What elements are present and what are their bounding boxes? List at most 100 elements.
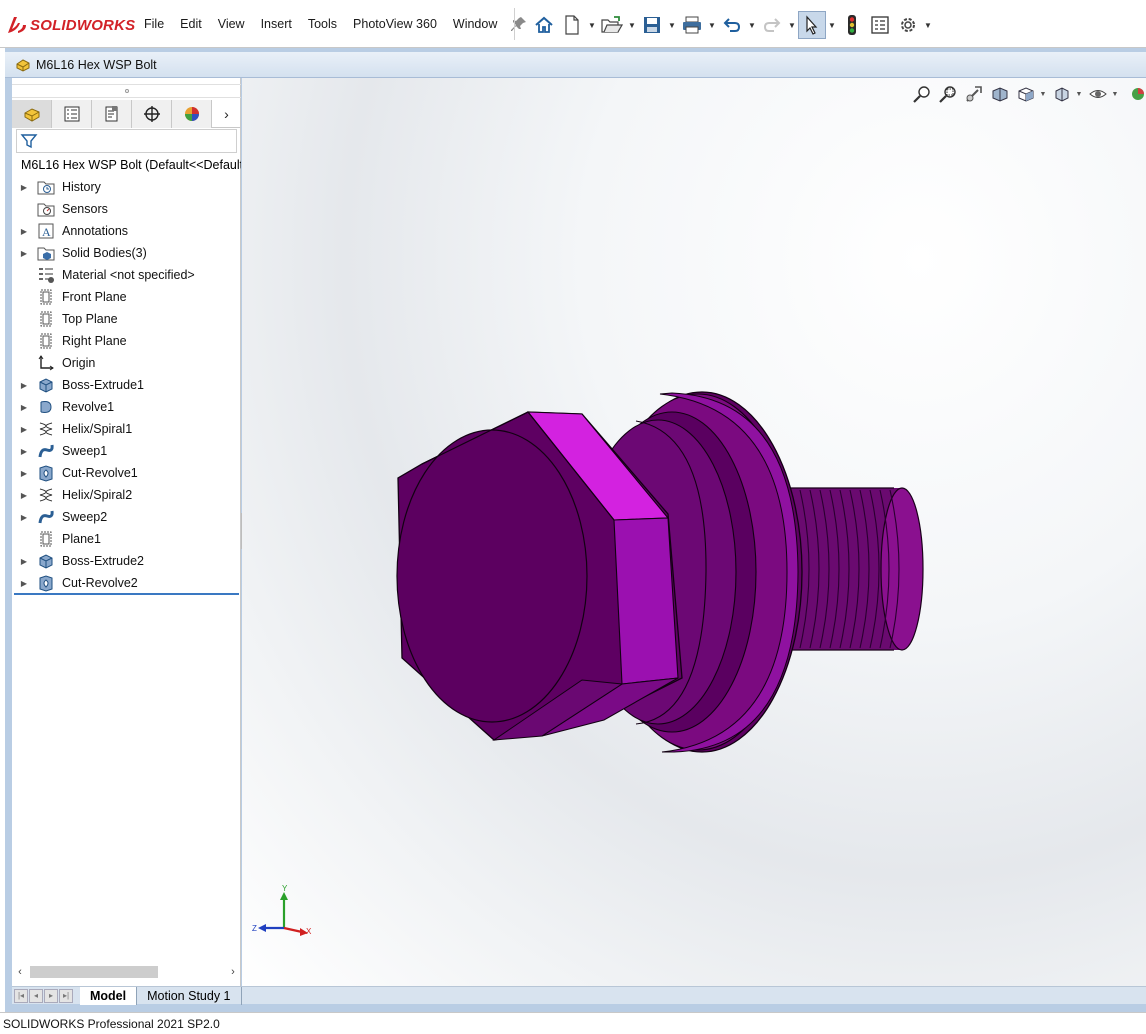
tree-item-revolve1[interactable]: ▶ Revolve1 — [12, 396, 241, 418]
expand-arrow-icon[interactable]: ▶ — [12, 491, 36, 500]
solidworks-logo[interactable]: SOLIDWORKS — [6, 14, 135, 36]
last-tab-button[interactable]: ▸| — [59, 988, 73, 1003]
triad-z-label: Z — [252, 924, 257, 933]
tree-item-sweep2[interactable]: ▶ Sweep2 — [12, 506, 241, 528]
tree-item-boss-extrude1[interactable]: ▶ Boss-Extrude1 — [12, 374, 241, 396]
tree-item-label: Annotations — [62, 224, 129, 238]
bolt-model-render[interactable] — [242, 78, 1146, 986]
tree-item-label: Helix/Spiral2 — [62, 488, 133, 502]
tree-item-helix-spiral1[interactable]: ▶ Helix/Spiral1 — [12, 418, 241, 440]
expand-arrow-icon[interactable]: ▶ — [12, 425, 36, 434]
rebuild-icon — [848, 15, 856, 35]
tree-item-material-not-specified[interactable]: Material <not specified> — [12, 264, 241, 286]
undo-button[interactable] — [718, 11, 746, 39]
undo-dropdown[interactable]: ▼ — [746, 11, 758, 39]
graphics-area[interactable]: ▼ ▼ ▼ Y X Z — [242, 78, 1146, 986]
options-button[interactable] — [894, 11, 922, 39]
rebuild-button[interactable] — [838, 11, 866, 39]
redo-icon — [763, 18, 781, 32]
open-button[interactable] — [598, 11, 626, 39]
scroll-track[interactable] — [28, 965, 225, 979]
next-tab-button[interactable]: ▸ — [44, 988, 58, 1003]
tab-model[interactable]: Model — [80, 986, 138, 1005]
expand-arrow-icon[interactable]: ▶ — [12, 403, 36, 412]
tree-item-sensors[interactable]: Sensors — [12, 198, 241, 220]
expand-arrow-icon[interactable]: ▶ — [12, 381, 36, 390]
bottom-tab-bar: |◂ ◂ ▸ ▸| Model Motion Study 1 — [12, 986, 1146, 1005]
expand-arrow-icon[interactable]: ▶ — [12, 579, 36, 588]
select-button[interactable] — [798, 11, 826, 39]
home-button[interactable] — [530, 11, 558, 39]
tree-item-front-plane[interactable]: Front Plane — [12, 286, 241, 308]
tree-item-history[interactable]: ▶ History — [12, 176, 241, 198]
tree-item-right-plane[interactable]: Right Plane — [12, 330, 241, 352]
redo-dropdown[interactable]: ▼ — [786, 11, 798, 39]
cut-revolve-icon — [36, 574, 56, 592]
menu-photoview[interactable]: PhotoView 360 — [345, 17, 445, 31]
triad-x-label: X — [306, 927, 312, 936]
expand-arrow-icon[interactable]: ▶ — [12, 557, 36, 566]
menu-file[interactable]: File — [136, 17, 172, 31]
panel-grip[interactable] — [12, 84, 241, 98]
tree-item-sweep1[interactable]: ▶ Sweep1 — [12, 440, 241, 462]
panel-horizontal-scrollbar[interactable]: ‹ › — [12, 964, 241, 980]
file-properties-button[interactable] — [866, 11, 894, 39]
open-dropdown[interactable]: ▼ — [626, 11, 638, 39]
scroll-left-arrow[interactable]: ‹ — [12, 966, 28, 978]
tree-item-top-plane[interactable]: Top Plane — [12, 308, 241, 330]
dimxpert-icon — [143, 106, 160, 122]
redo-button[interactable] — [758, 11, 786, 39]
new-document-button[interactable] — [558, 11, 586, 39]
tree-filter[interactable] — [16, 129, 237, 153]
tree-item-label: Boss-Extrude1 — [62, 378, 144, 392]
new-dropdown[interactable]: ▼ — [586, 11, 598, 39]
more-tabs-arrow[interactable]: › — [212, 100, 241, 128]
print-button[interactable] — [678, 11, 706, 39]
tab-display-manager[interactable] — [172, 100, 212, 128]
expand-arrow-icon[interactable]: ▶ — [12, 513, 36, 522]
menu-view[interactable]: View — [210, 17, 253, 31]
tree-item-annotations[interactable]: ▶ A Annotations — [12, 220, 241, 242]
scroll-thumb[interactable] — [30, 966, 158, 978]
tree-item-label: Front Plane — [62, 290, 127, 304]
sweep-icon — [36, 508, 56, 526]
tree-item-solid-bodies-3[interactable]: ▶ Solid Bodies(3) — [12, 242, 241, 264]
expand-arrow-icon[interactable]: ▶ — [12, 249, 36, 258]
menu-window[interactable]: Window — [445, 17, 505, 31]
sweep-icon — [36, 442, 56, 460]
rollback-bar[interactable] — [14, 593, 239, 595]
options-dropdown[interactable]: ▼ — [922, 11, 934, 39]
tree-item-plane1[interactable]: Plane1 — [12, 528, 241, 550]
expand-arrow-icon[interactable]: ▶ — [12, 447, 36, 456]
prev-tab-button[interactable]: ◂ — [29, 988, 43, 1003]
expand-arrow-icon[interactable]: ▶ — [12, 183, 36, 192]
tab-motion-study[interactable]: Motion Study 1 — [137, 986, 242, 1005]
first-tab-button[interactable]: |◂ — [14, 988, 28, 1003]
scroll-right-arrow[interactable]: › — [225, 966, 241, 978]
expand-arrow-icon[interactable]: ▶ — [12, 227, 36, 236]
menu-insert[interactable]: Insert — [253, 17, 300, 31]
tab-property-manager[interactable] — [52, 100, 92, 128]
tab-dimxpert-manager[interactable] — [132, 100, 172, 128]
tab-configuration-manager[interactable] — [92, 100, 132, 128]
tree-root-part[interactable]: M6L16 Hex WSP Bolt (Default<<Default>_Di… — [12, 154, 241, 176]
tree-item-helix-spiral2[interactable]: ▶ Helix/Spiral2 — [12, 484, 241, 506]
property-manager-icon — [64, 106, 79, 122]
tree-item-label: Cut-Revolve2 — [62, 576, 138, 590]
tree-item-origin[interactable]: Origin — [12, 352, 241, 374]
save-button[interactable] — [638, 11, 666, 39]
tree-root-label: M6L16 Hex WSP Bolt (Default<<Default>_Di… — [21, 158, 241, 172]
tree-item-cut-revolve1[interactable]: ▶ Cut-Revolve1 — [12, 462, 241, 484]
menu-tools[interactable]: Tools — [300, 17, 345, 31]
tree-item-cut-revolve2[interactable]: ▶ Cut-Revolve2 — [12, 572, 241, 594]
expand-arrow-icon[interactable]: ▶ — [12, 469, 36, 478]
tree-item-label: History — [62, 180, 101, 194]
print-dropdown[interactable]: ▼ — [706, 11, 718, 39]
menu-edit[interactable]: Edit — [172, 17, 210, 31]
select-dropdown[interactable]: ▼ — [826, 11, 838, 39]
save-dropdown[interactable]: ▼ — [666, 11, 678, 39]
tree-item-boss-extrude2[interactable]: ▶ Boss-Extrude2 — [12, 550, 241, 572]
tree-item-label: Top Plane — [62, 312, 118, 326]
part-icon — [16, 58, 30, 72]
tab-feature-manager[interactable] — [12, 100, 52, 128]
